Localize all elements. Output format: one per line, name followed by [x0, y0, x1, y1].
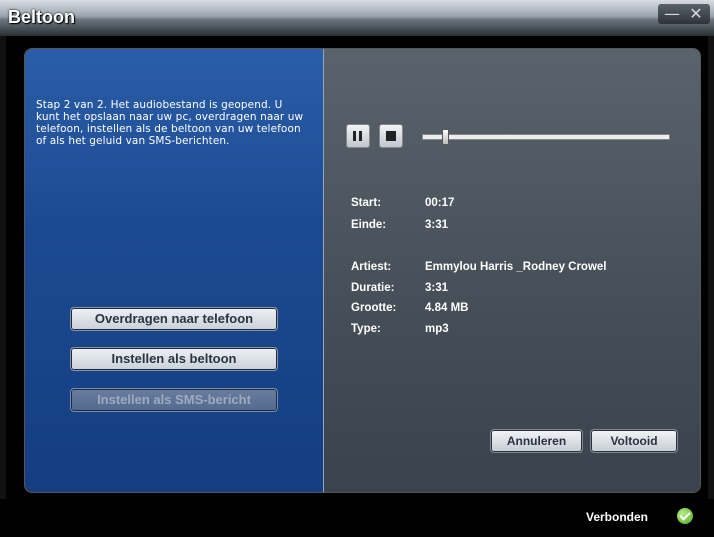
size-label: Grootte:	[351, 302, 397, 314]
artist-label: Artiest:	[351, 261, 392, 273]
title-bar[interactable]: Beltoon — ✕	[0, 0, 714, 36]
duration-value: 3:31	[425, 282, 449, 294]
size-value: 4.84 MB	[425, 302, 469, 314]
start-value: 00:17	[425, 197, 455, 209]
start-label: Start:	[351, 197, 382, 209]
done-button[interactable]: Voltooid	[590, 429, 678, 453]
position-slider[interactable]	[422, 129, 670, 145]
type-value: mp3	[425, 323, 449, 335]
instruction-text: Stap 2 van 2. Het audiobestand is geopen…	[36, 99, 304, 147]
stop-icon[interactable]	[379, 124, 403, 148]
connection-status: Verbonden	[586, 510, 649, 524]
cancel-button[interactable]: Annuleren	[490, 429, 583, 453]
artist-value: Emmylou Harris _Rodney Crowel	[425, 261, 607, 273]
end-label: Einde:	[351, 219, 387, 231]
set-as-ringtone-button[interactable]: Instellen als beltoon	[70, 347, 278, 371]
duration-label: Duratie:	[351, 282, 395, 294]
set-as-sms-button: Instellen als SMS-bericht	[70, 388, 278, 412]
transfer-to-phone-button[interactable]: Overdragen naar telefoon	[70, 307, 278, 331]
slider-thumb[interactable]	[442, 129, 449, 145]
dialog-content: Stap 2 van 2. Het audiobestand is geopen…	[6, 36, 708, 499]
window-controls: — ✕	[658, 4, 710, 24]
minimize-icon[interactable]: —	[660, 4, 684, 24]
close-icon[interactable]: ✕	[684, 4, 708, 24]
window-title: Beltoon	[8, 7, 75, 27]
connected-check-icon	[677, 508, 693, 524]
content-frame: Stap 2 van 2. Het audiobestand is geopen…	[24, 48, 701, 493]
status-bar: Verbonden	[0, 499, 714, 537]
player-panel: Start: 00:17 Einde: 3:31 Artiest: Emmylo…	[324, 49, 700, 492]
instruction-panel: Stap 2 van 2. Het audiobestand is geopen…	[25, 49, 324, 492]
beltoon-window: Beltoon — ✕ Stap 2 van 2. Het audiobesta…	[0, 0, 714, 537]
end-value: 3:31	[425, 219, 449, 231]
pause-icon[interactable]	[346, 124, 370, 148]
type-label: Type:	[351, 323, 381, 335]
